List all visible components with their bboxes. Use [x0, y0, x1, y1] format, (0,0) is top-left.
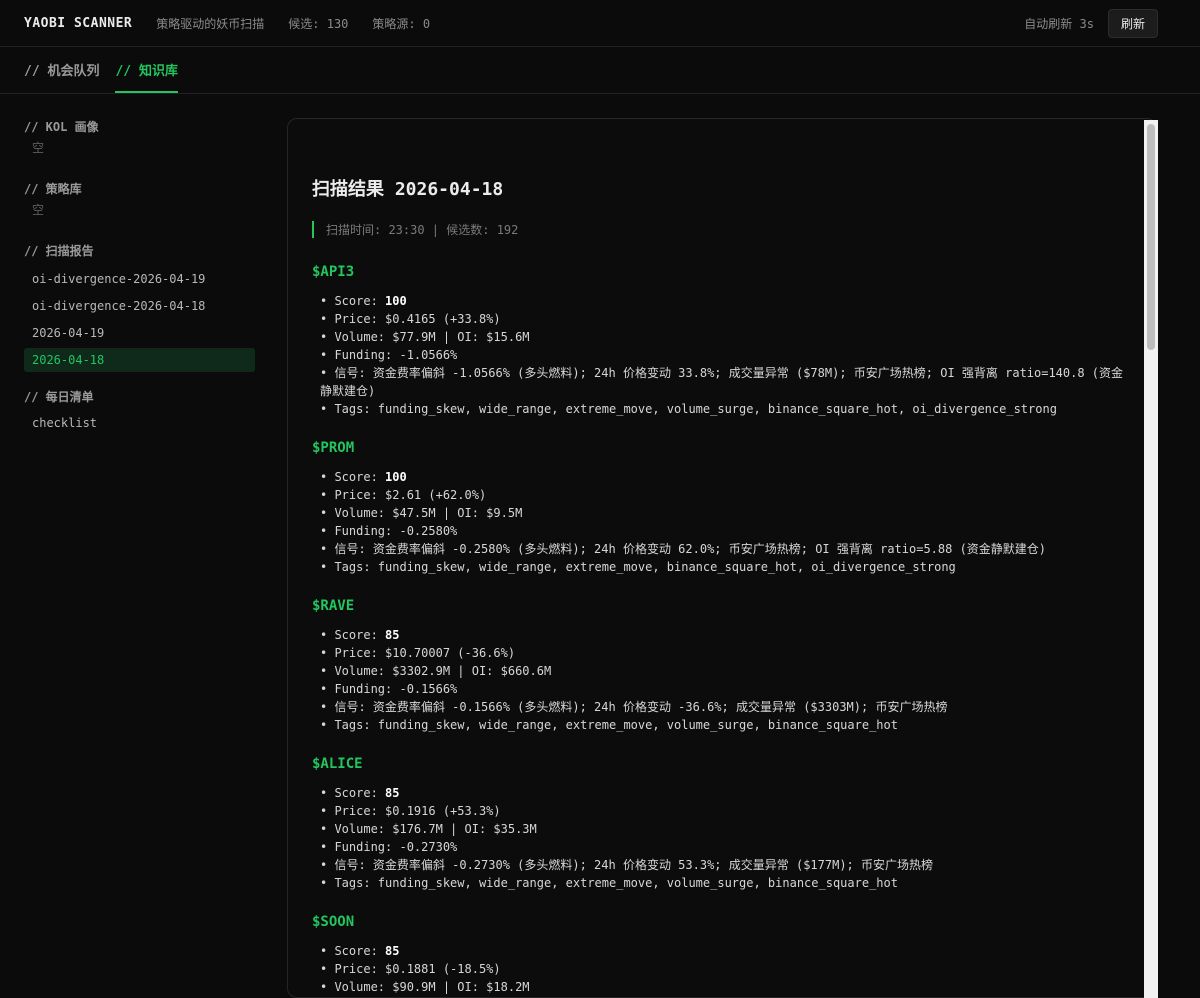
auto-refresh-status: 自动刷新 3s: [1024, 16, 1094, 31]
coin-tags: Tags: funding_skew, wide_range, extreme_…: [320, 400, 1132, 418]
coin-symbol: $SOON: [312, 914, 355, 930]
coin-block: $PROMScore: 100Price: $2.61 (+62.0%)Volu…: [312, 440, 1132, 576]
score-label: Score:: [334, 628, 378, 642]
sidebar-heading-reports: // 扫描报告: [24, 244, 94, 258]
score-value: 100: [385, 470, 407, 484]
coin-volume: Volume: $77.9M | OI: $15.6M: [320, 328, 1132, 346]
coin-symbol: $API3: [312, 264, 355, 280]
sidebar-item-checklist[interactable]: checklist: [24, 411, 255, 435]
coin-score: Score: 100: [320, 292, 1132, 310]
coin-price: Price: $0.4165 (+33.8%): [320, 310, 1132, 328]
main-area: // KOL 画像 空 // 策略库 空 // 扫描报告 oi-divergen…: [0, 94, 1200, 998]
coin-symbol: $RAVE: [312, 598, 355, 614]
coin-list: $API3Score: 100Price: $0.4165 (+33.8%)Vo…: [312, 264, 1132, 997]
coin-signal: 信号: 资金费率偏斜 -0.2580% (多头燃料); 24h 价格变动 62.…: [320, 540, 1132, 558]
coin-volume: Volume: $90.9M | OI: $18.2M: [320, 978, 1132, 996]
report-panel: 扫描结果 2026-04-18 扫描时间: 23:30 | 候选数: 192 $…: [287, 118, 1157, 998]
score-label: Score:: [334, 786, 378, 800]
coin-signal: 信号: 资金费率偏斜 -1.0566% (多头燃料); 24h 价格变动 33.…: [320, 364, 1132, 400]
sidebar-kol-empty: 空: [32, 141, 45, 155]
coin-block: $API3Score: 100Price: $0.4165 (+33.8%)Vo…: [312, 264, 1132, 418]
sidebar: // KOL 画像 空 // 策略库 空 // 扫描报告 oi-divergen…: [0, 94, 287, 996]
content-area: 扫描结果 2026-04-18 扫描时间: 23:30 | 候选数: 192 $…: [287, 94, 1200, 998]
sidebar-strategy-empty: 空: [32, 203, 45, 217]
tab-knowledge-base[interactable]: // 知识库: [115, 47, 178, 93]
tagline: 策略驱动的妖币扫描: [156, 16, 265, 31]
sidebar-item-report[interactable]: oi-divergence-2026-04-18: [24, 294, 255, 318]
coin-block: $SOONScore: 85Price: $0.1881 (-18.5%)Vol…: [312, 914, 1132, 997]
coin-volume: Volume: $176.7M | OI: $35.3M: [320, 820, 1132, 838]
coin-symbol: $ALICE: [312, 756, 363, 772]
coin-price: Price: $10.70007 (-36.6%): [320, 644, 1132, 662]
coin-signal: 信号: 资金费率偏斜 -0.2730% (多头燃料); 24h 价格变动 53.…: [320, 856, 1132, 874]
sidebar-group-daily: // 每日清单 checklist: [24, 388, 263, 435]
coin-tags: Tags: funding_skew, wide_range, extreme_…: [320, 874, 1132, 892]
coin-volume: Volume: $3302.9M | OI: $660.6M: [320, 662, 1132, 680]
sidebar-group-reports: // 扫描报告 oi-divergence-2026-04-19 oi-dive…: [24, 242, 263, 372]
coin-tags: Tags: funding_skew, wide_range, extreme_…: [320, 716, 1132, 734]
score-value: 100: [385, 294, 407, 308]
score-label: Score:: [334, 294, 378, 308]
tab-opportunity-queue[interactable]: // 机会队列: [24, 47, 99, 93]
sidebar-heading-strategy: // 策略库: [24, 182, 82, 196]
candidates-count: 候选: 130: [288, 16, 349, 31]
coin-funding: Funding: -1.0566%: [320, 346, 1132, 364]
coin-signal: 信号: 资金费率偏斜 -0.1566% (多头燃料); 24h 价格变动 -36…: [320, 698, 1132, 716]
coin-funding: Funding: -0.1566%: [320, 680, 1132, 698]
coin-block: $ALICEScore: 85Price: $0.1916 (+53.3%)Vo…: [312, 756, 1132, 892]
coin-score: Score: 85: [320, 626, 1132, 644]
coin-details: Score: 100Price: $2.61 (+62.0%)Volume: $…: [312, 468, 1132, 576]
score-value: 85: [385, 628, 400, 642]
coin-symbol: $PROM: [312, 440, 355, 456]
score-value: 85: [385, 786, 400, 800]
sidebar-item-report[interactable]: 2026-04-19: [24, 321, 255, 345]
coin-details: Score: 100Price: $0.4165 (+33.8%)Volume:…: [312, 292, 1132, 418]
coin-funding: Funding: -0.2730%: [320, 838, 1132, 856]
tab-bar: // 机会队列 // 知识库: [0, 47, 1200, 94]
sidebar-heading-kol: // KOL 画像: [24, 120, 99, 134]
top-bar: YAOBI SCANNER 策略驱动的妖币扫描 候选: 130 策略源: 0 自…: [0, 0, 1200, 47]
coin-price: Price: $0.1916 (+53.3%): [320, 802, 1132, 820]
coin-funding: Funding: -0.2580%: [320, 522, 1132, 540]
brand-title: YAOBI SCANNER: [24, 15, 133, 31]
coin-details: Score: 85Price: $0.1881 (-18.5%)Volume: …: [312, 942, 1132, 997]
sidebar-heading-daily: // 每日清单: [24, 390, 94, 404]
refresh-button[interactable]: 刷新: [1107, 8, 1158, 38]
report-title: 扫描结果 2026-04-18: [312, 179, 504, 200]
coin-volume: Volume: $47.5M | OI: $9.5M: [320, 504, 1132, 522]
report-meta: 扫描时间: 23:30 | 候选数: 192: [312, 221, 1132, 238]
report-scrollbar[interactable]: [1144, 120, 1158, 998]
scrollbar-thumb[interactable]: [1147, 124, 1155, 350]
sidebar-item-report-active[interactable]: 2026-04-18: [24, 348, 255, 372]
coin-details: Score: 85Price: $10.70007 (-36.6%)Volume…: [312, 626, 1132, 734]
strategy-sources-count: 策略源: 0: [372, 16, 431, 31]
coin-price: Price: $0.1881 (-18.5%): [320, 960, 1132, 978]
coin-score: Score: 100: [320, 468, 1132, 486]
coin-tags: Tags: funding_skew, wide_range, extreme_…: [320, 558, 1132, 576]
coin-score: Score: 85: [320, 784, 1132, 802]
coin-price: Price: $2.61 (+62.0%): [320, 486, 1132, 504]
score-label: Score:: [334, 944, 378, 958]
score-value: 85: [385, 944, 400, 958]
score-label: Score:: [334, 470, 378, 484]
coin-block: $RAVEScore: 85Price: $10.70007 (-36.6%)V…: [312, 598, 1132, 734]
coin-score: Score: 85: [320, 942, 1132, 960]
sidebar-item-report[interactable]: oi-divergence-2026-04-19: [24, 267, 255, 291]
coin-details: Score: 85Price: $0.1916 (+53.3%)Volume: …: [312, 784, 1132, 892]
